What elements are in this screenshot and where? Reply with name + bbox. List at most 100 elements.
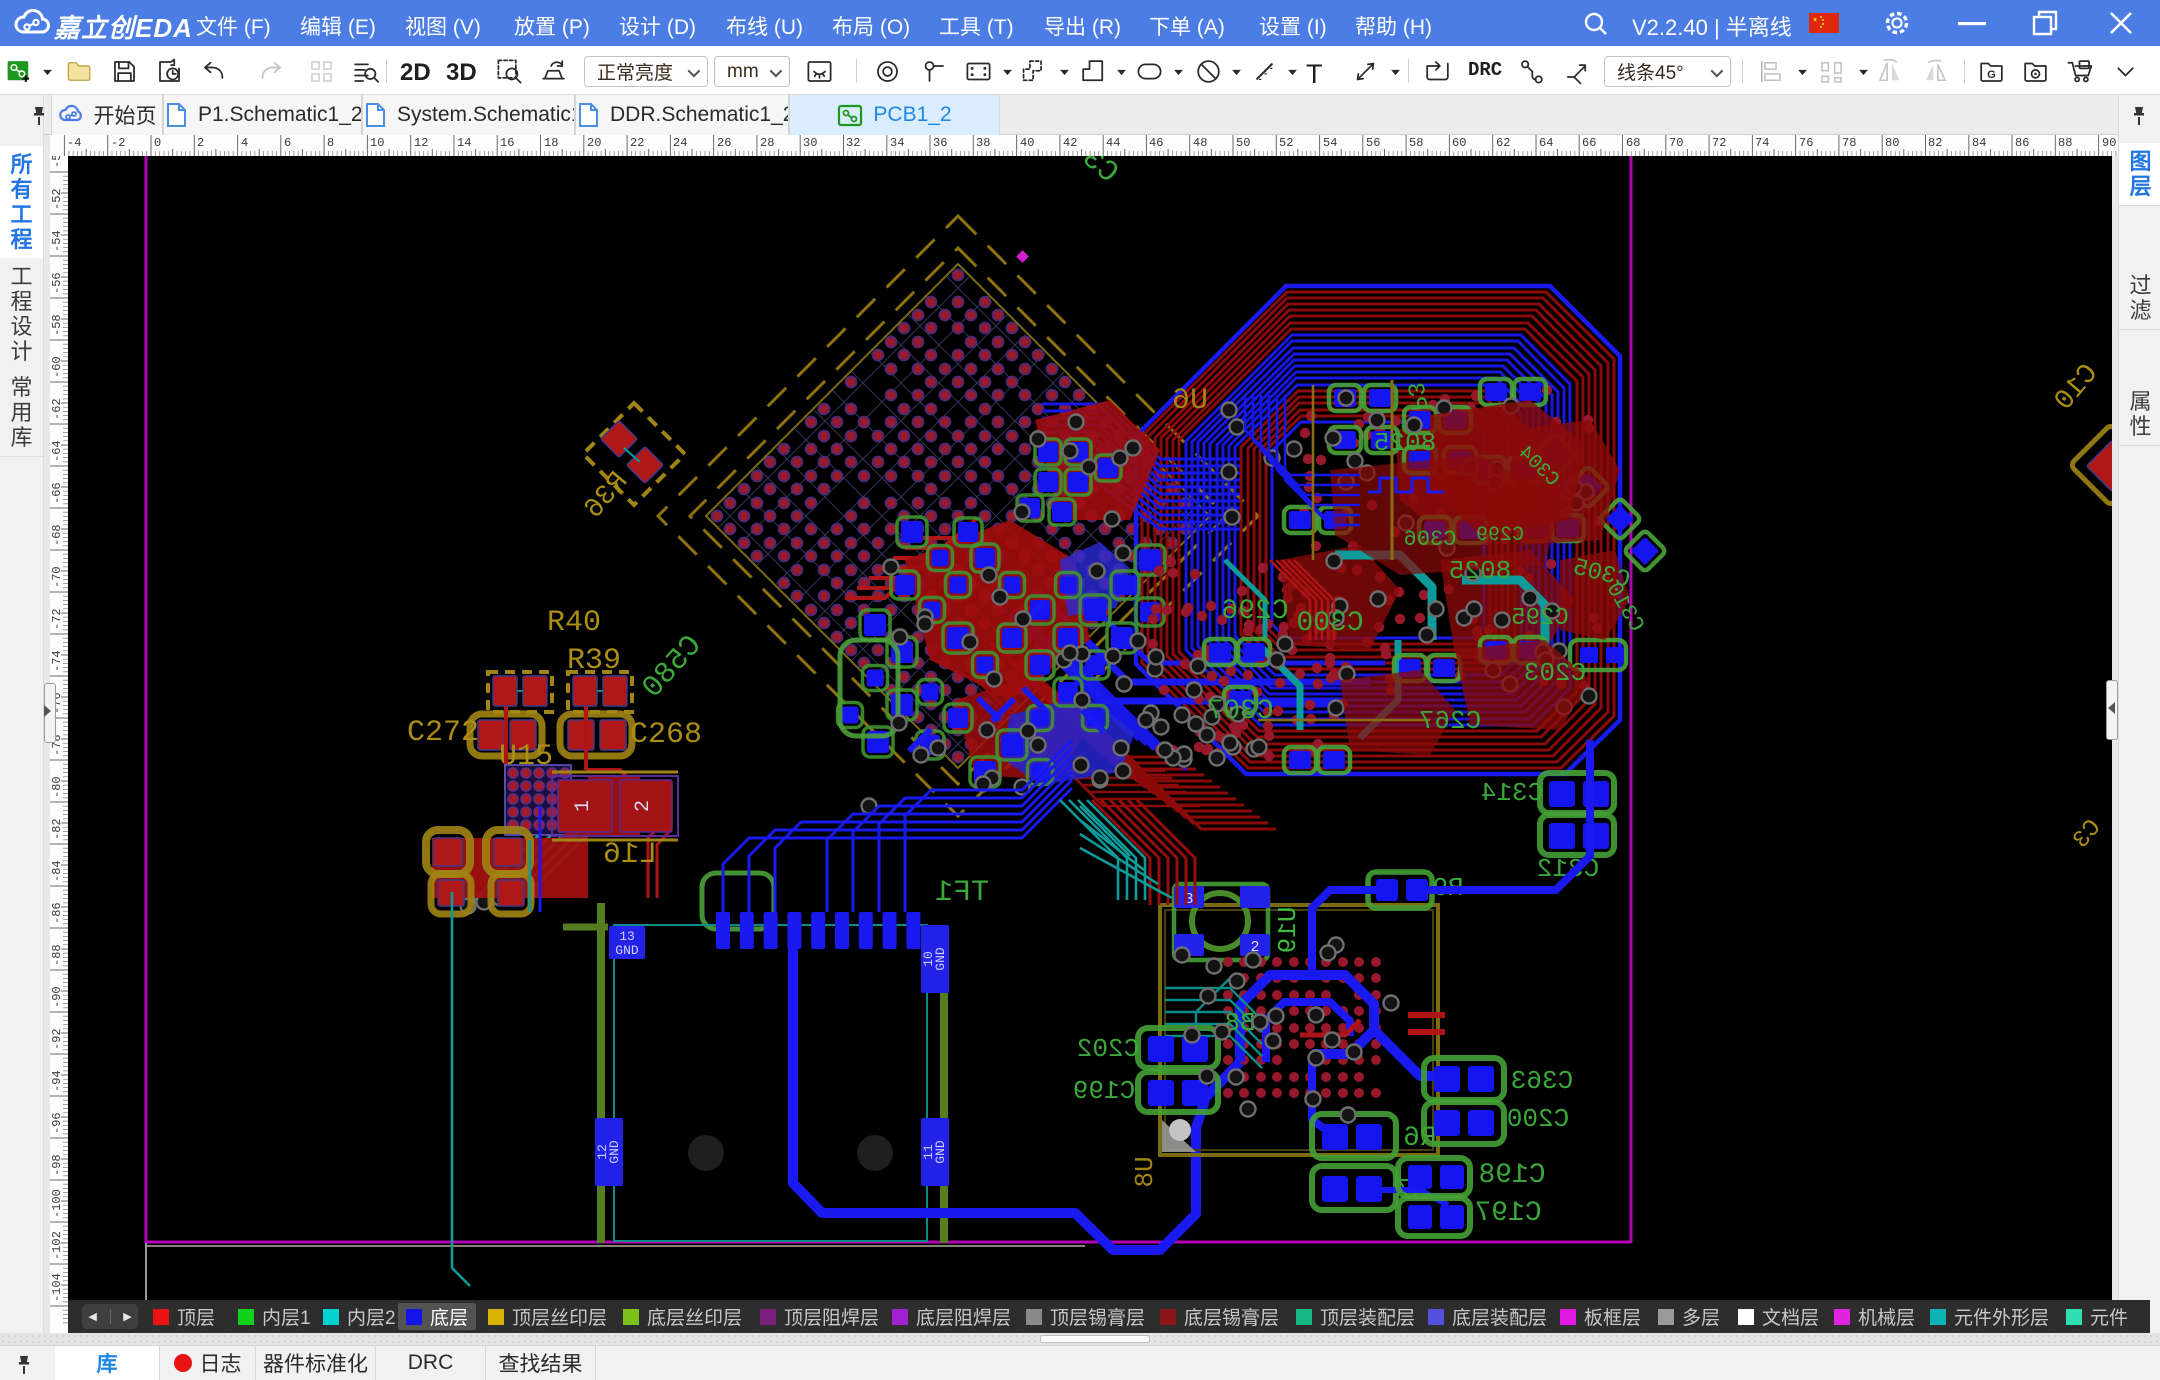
svg-text:64: 64	[1539, 136, 1553, 150]
svg-text:GND: GND	[933, 947, 948, 971]
svg-text:C10: C10	[2049, 359, 2105, 418]
svg-text:10: 10	[370, 136, 384, 150]
svg-text:-56: -56	[50, 272, 64, 294]
svg-text:32: 32	[846, 136, 860, 150]
svg-text:54: 54	[1323, 136, 1337, 150]
svg-text:C202: C202	[1077, 1034, 1139, 1064]
svg-text:GND: GND	[933, 1140, 948, 1164]
svg-text:2: 2	[197, 136, 204, 150]
svg-text:C199: C199	[1073, 1076, 1135, 1106]
svg-text:C295: C295	[1511, 605, 1569, 632]
svg-text:C198: C198	[1478, 1160, 1545, 1191]
svg-text:-96: -96	[50, 1112, 64, 1134]
svg-text:84: 84	[1972, 136, 1986, 150]
svg-text:-92: -92	[50, 1028, 64, 1050]
svg-text:C306: C306	[1404, 527, 1457, 552]
svg-text:-52: -52	[50, 188, 64, 210]
svg-text:40: 40	[1020, 136, 1034, 150]
svg-text:-74: -74	[50, 650, 64, 672]
svg-text:-84: -84	[50, 860, 64, 882]
svg-text:-50: -50	[50, 156, 64, 168]
svg-text:8025: 8025	[1374, 428, 1436, 458]
svg-text:GND: GND	[607, 1140, 622, 1164]
svg-text:C3: C3	[2068, 815, 2107, 854]
svg-text:-98: -98	[50, 1154, 64, 1176]
svg-text:24: 24	[673, 136, 687, 150]
svg-text:16: 16	[500, 136, 514, 150]
svg-text:60: 60	[1452, 136, 1466, 150]
svg-text:-4: -4	[67, 136, 81, 150]
svg-text:72: 72	[1712, 136, 1726, 150]
svg-text:R36: R36	[579, 467, 635, 526]
svg-text:-90: -90	[50, 986, 64, 1008]
svg-text:78: 78	[1842, 136, 1856, 150]
svg-text:U8: U8	[1130, 1156, 1160, 1187]
svg-text:34: 34	[890, 136, 904, 150]
svg-text:28: 28	[760, 136, 774, 150]
svg-text:C268: C268	[630, 718, 702, 752]
svg-text:C197: C197	[1474, 1198, 1541, 1229]
svg-text:2: 2	[632, 800, 655, 812]
svg-text:C300: C300	[1296, 608, 1363, 639]
svg-text:20: 20	[587, 136, 601, 150]
svg-text:-62: -62	[50, 398, 64, 420]
svg-text:-70: -70	[50, 566, 64, 588]
svg-text:C363: C363	[1511, 1066, 1573, 1096]
svg-text:L16: L16	[603, 838, 657, 872]
svg-text:-68: -68	[50, 524, 64, 546]
svg-text:-82: -82	[50, 818, 64, 840]
svg-text:-72: -72	[50, 608, 64, 630]
svg-text:13: 13	[619, 929, 635, 944]
svg-text:88: 88	[2058, 136, 2072, 150]
svg-text:1: 1	[572, 800, 595, 812]
svg-text:18: 18	[544, 136, 558, 150]
svg-text:86: 86	[2015, 136, 2029, 150]
svg-text:-2: -2	[111, 136, 125, 150]
svg-text:6: 6	[284, 136, 291, 150]
svg-text:62: 62	[1496, 136, 1510, 150]
svg-text:GND: GND	[615, 943, 639, 958]
svg-text:-86: -86	[50, 902, 64, 924]
svg-text:52: 52	[1279, 136, 1293, 150]
svg-text:66: 66	[1582, 136, 1596, 150]
svg-text:36: 36	[933, 136, 947, 150]
svg-text:C267: C267	[1419, 706, 1481, 736]
svg-text:12: 12	[414, 136, 428, 150]
svg-text:-60: -60	[50, 356, 64, 378]
svg-text:48: 48	[1193, 136, 1207, 150]
svg-text:46: 46	[1149, 136, 1163, 150]
svg-text:68: 68	[1626, 136, 1640, 150]
svg-text:-80: -80	[50, 776, 64, 798]
svg-text:-102: -102	[50, 1231, 64, 1260]
svg-text:R6: R6	[1403, 1123, 1437, 1154]
svg-text:14: 14	[457, 136, 471, 150]
svg-text:42: 42	[1063, 136, 1077, 150]
svg-text:C299: C299	[1476, 524, 1524, 547]
svg-text:G: G	[1987, 69, 1996, 81]
svg-text:76: 76	[1799, 136, 1813, 150]
svg-text:C580: C580	[636, 629, 709, 705]
svg-text:-104: -104	[50, 1273, 64, 1302]
svg-text:U6: U6	[1172, 384, 1208, 418]
svg-text:U19: U19	[1273, 907, 1303, 954]
svg-text:0: 0	[154, 136, 161, 150]
svg-text:26: 26	[717, 136, 731, 150]
svg-text:58: 58	[1409, 136, 1423, 150]
svg-text:C200: C200	[1507, 1104, 1569, 1134]
svg-text:C203: C203	[1524, 658, 1586, 688]
svg-text:TF1: TF1	[935, 876, 989, 910]
svg-text:-54: -54	[50, 230, 64, 252]
svg-text:C296: C296	[1221, 596, 1288, 627]
svg-text:74: 74	[1755, 136, 1769, 150]
svg-text:8: 8	[327, 136, 334, 150]
svg-text:R40: R40	[547, 606, 601, 640]
svg-text:-100: -100	[50, 1189, 64, 1218]
svg-text:C272: C272	[407, 716, 479, 750]
svg-text:50: 50	[1236, 136, 1250, 150]
svg-text:8025: 8025	[1449, 556, 1511, 586]
svg-text:38: 38	[976, 136, 990, 150]
svg-text:70: 70	[1669, 136, 1683, 150]
svg-text:-64: -64	[50, 440, 64, 462]
svg-text:44: 44	[1106, 136, 1120, 150]
svg-text:82: 82	[1928, 136, 1942, 150]
